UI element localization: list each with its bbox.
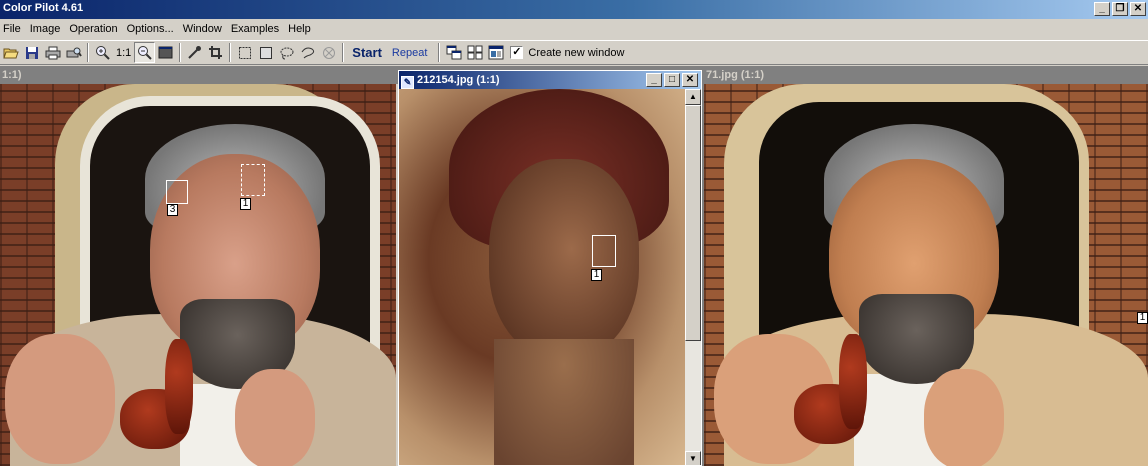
menu-bar: File Image Operation Options... Window E… xyxy=(0,19,1148,39)
rect-select-icon[interactable] xyxy=(234,42,255,63)
man-photo-original[interactable]: 3 1 xyxy=(0,84,396,466)
start-button[interactable]: Start xyxy=(352,45,382,60)
center-minimize-button[interactable]: _ xyxy=(646,73,662,87)
woman-photo[interactable]: 1 xyxy=(399,89,685,465)
toolbar-separator xyxy=(229,43,232,62)
app-title-bar: Color Pilot 4.61 _ ❐ ✕ xyxy=(0,0,1148,19)
man-photo-corrected[interactable]: 1 xyxy=(704,84,1148,466)
right-image-window[interactable]: 71.jpg (1:1) 1 xyxy=(704,66,1148,466)
menu-file[interactable]: File xyxy=(0,23,26,35)
clear-selection-icon[interactable] xyxy=(318,42,339,63)
scroll-down-arrow-icon[interactable]: ▼ xyxy=(685,451,701,465)
app-title: Color Pilot 4.61 xyxy=(3,2,84,14)
left-image-window[interactable]: 1:1) 3 1 xyxy=(0,66,398,466)
fit-window-icon[interactable] xyxy=(155,42,176,63)
right-sample-marker-1: 1 xyxy=(1137,312,1148,324)
center-image-window[interactable]: ✎ 212154.jpg (1:1) _ □ ✕ 1 ▲ ▼ xyxy=(398,70,702,466)
center-window-title: 212154.jpg (1:1) xyxy=(417,74,500,86)
print-preview-icon[interactable] xyxy=(63,42,84,63)
compare-windows-icon[interactable] xyxy=(485,42,506,63)
left-window-caption: 1:1) xyxy=(0,66,398,84)
right-window-caption: 71.jpg (1:1) xyxy=(704,66,1148,84)
tile-windows-icon[interactable] xyxy=(464,42,485,63)
menu-options[interactable]: Options... xyxy=(123,23,179,35)
sample-area-3[interactable] xyxy=(166,180,188,204)
menu-image[interactable]: Image xyxy=(26,23,66,35)
woman-sample-marker-1: 1 xyxy=(591,269,602,281)
document-icon: ✎ xyxy=(401,76,414,89)
sample-marker-1: 1 xyxy=(240,198,251,210)
menu-operation[interactable]: Operation xyxy=(65,23,122,35)
scroll-up-arrow-icon[interactable]: ▲ xyxy=(685,89,701,105)
zoom-1-1-button[interactable]: 1:1 xyxy=(116,47,131,59)
sample-marker-3: 3 xyxy=(167,204,178,216)
save-icon[interactable] xyxy=(21,42,42,63)
toolbar: 1:1 Start Repeat ✓ Create new window xyxy=(0,40,1148,65)
menu-help[interactable]: Help xyxy=(284,23,316,35)
toolbar-separator xyxy=(179,43,182,62)
zoom-in-icon[interactable] xyxy=(92,42,113,63)
open-icon[interactable] xyxy=(0,42,21,63)
center-maximize-button[interactable]: □ xyxy=(664,73,680,87)
close-button[interactable]: ✕ xyxy=(1130,2,1146,16)
repeat-button[interactable]: Repeat xyxy=(392,47,427,59)
minimize-button[interactable]: _ xyxy=(1094,2,1110,16)
restore-button[interactable]: ❐ xyxy=(1112,2,1128,16)
woman-sample-area-1[interactable] xyxy=(592,235,616,267)
crop-icon[interactable] xyxy=(205,42,226,63)
cascade-windows-icon[interactable] xyxy=(443,42,464,63)
print-icon[interactable] xyxy=(42,42,63,63)
menu-examples[interactable]: Examples xyxy=(227,23,284,35)
sample-area-1[interactable] xyxy=(241,164,265,196)
create-new-window-checkbox[interactable]: ✓ xyxy=(510,46,524,59)
menu-window[interactable]: Window xyxy=(179,23,227,35)
center-close-button[interactable]: ✕ xyxy=(682,73,698,87)
toolbar-separator xyxy=(342,43,345,62)
mdi-workspace: 1:1) 3 1 ✎ 212154.jpg (1:1) _ □ ✕ 1 ▲ ▼ … xyxy=(0,66,1148,466)
create-new-window-label: Create new window xyxy=(528,46,625,59)
rect-select-filled-icon[interactable] xyxy=(255,42,276,63)
scroll-thumb[interactable] xyxy=(685,105,701,341)
eyedropper-icon[interactable] xyxy=(184,42,205,63)
toolbar-separator xyxy=(438,43,441,62)
toolbar-separator xyxy=(87,43,89,62)
lasso-icon[interactable] xyxy=(276,42,297,63)
zoom-out-icon[interactable] xyxy=(134,42,156,63)
freehand-select-icon[interactable] xyxy=(297,42,318,63)
center-vertical-scrollbar[interactable]: ▲ ▼ xyxy=(685,89,701,465)
